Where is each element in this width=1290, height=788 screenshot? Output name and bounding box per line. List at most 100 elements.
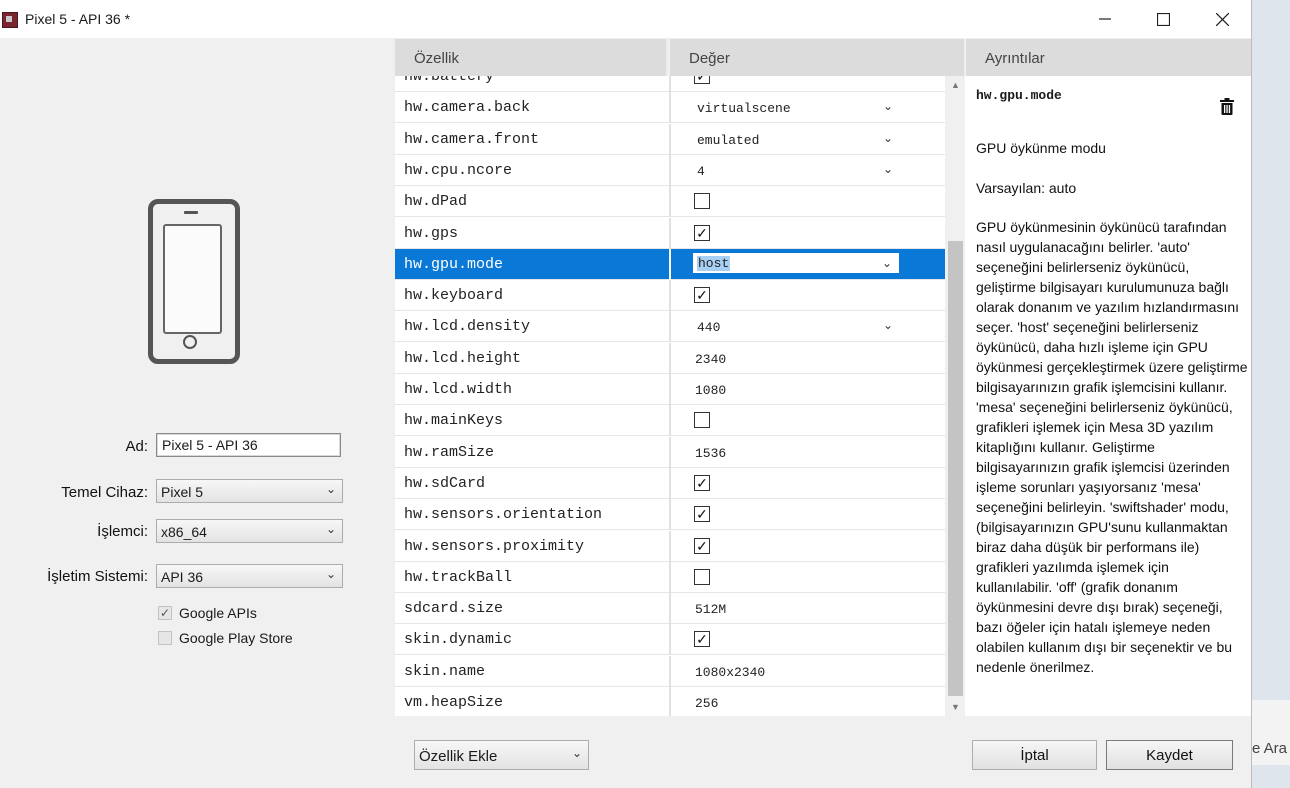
minimize-button[interactable]: [1075, 0, 1135, 38]
checkbox-checked-icon[interactable]: ✓: [694, 506, 710, 523]
property-row[interactable]: skin.dynamic ✓: [395, 624, 945, 656]
property-row[interactable]: hw.dPad: [395, 186, 945, 218]
property-name: sdcard.size: [404, 600, 504, 618]
property-value[interactable]: 2340: [695, 352, 726, 367]
checkbox-unchecked-icon[interactable]: [694, 412, 710, 429]
checkbox-checked-icon[interactable]: ✓: [694, 631, 710, 648]
add-property-select[interactable]: Özellik Ekle ⌄: [414, 740, 589, 770]
os-select[interactable]: API 36 ⌄: [156, 564, 343, 588]
property-value[interactable]: 4: [697, 164, 705, 179]
close-button[interactable]: [1192, 0, 1252, 38]
checkbox-checked-icon[interactable]: ✓: [694, 224, 710, 241]
chevron-down-icon: ⌄: [325, 482, 336, 496]
chevron-down-icon: ⌄: [325, 567, 336, 581]
property-value[interactable]: 256: [695, 696, 718, 711]
column-divider: [669, 311, 671, 343]
property-row[interactable]: hw.lcd.density 440 ⌄: [395, 311, 945, 343]
column-header-value[interactable]: Değer: [670, 39, 964, 76]
property-row[interactable]: hw.sensors.proximity ✓: [395, 530, 945, 562]
property-row[interactable]: hw.cpu.ncore 4 ⌄: [395, 154, 945, 186]
property-name: hw.lcd.height: [404, 349, 522, 367]
column-header-property[interactable]: Özellik: [395, 39, 668, 76]
os-value: API 36: [161, 569, 204, 585]
detail-title: hw.gpu.mode: [976, 88, 1062, 103]
maximize-icon: [1156, 12, 1170, 26]
checkbox-unchecked-icon: [158, 631, 172, 645]
property-row[interactable]: hw.camera.front emulated ⌄: [395, 123, 945, 155]
save-button[interactable]: Kaydet: [1106, 740, 1233, 770]
chevron-down-icon: ⌄: [571, 746, 582, 760]
property-row[interactable]: hw.sensors.orientation ✓: [395, 499, 945, 531]
trash-icon[interactable]: [1220, 98, 1234, 115]
property-row[interactable]: hw.keyboard ✓: [395, 280, 945, 312]
property-name: hw.mainKeys: [404, 412, 504, 430]
property-value[interactable]: 1080x2340: [695, 665, 765, 680]
column-divider: [669, 436, 671, 468]
checkbox-unchecked-icon[interactable]: [694, 568, 710, 585]
checkbox-unchecked-icon[interactable]: [694, 193, 710, 210]
chevron-down-icon[interactable]: ⌄: [882, 256, 892, 270]
google-play-store-checkbox[interactable]: Google Play Store: [158, 630, 293, 646]
property-value[interactable]: 440: [697, 320, 720, 335]
checkbox-checked-icon[interactable]: ✓: [694, 537, 710, 554]
property-row[interactable]: hw.sdCard ✓: [395, 467, 945, 499]
property-name: hw.lcd.width: [404, 381, 513, 398]
detail-description: GPU öykünmesinin öykünücü tarafından nas…: [976, 219, 1248, 675]
property-name: hw.trackBall: [404, 568, 513, 586]
app-icon: [2, 12, 18, 28]
os-label: İşletim Sistemi:: [47, 568, 148, 585]
property-row[interactable]: hw.trackBall: [395, 561, 945, 593]
title-bar[interactable]: Pixel 5 - API 36 *: [0, 0, 1251, 38]
property-row[interactable]: hw.mainKeys: [395, 405, 945, 437]
processor-label: İşlemci:: [97, 523, 148, 540]
property-name: skin.name: [404, 662, 486, 680]
gpu-mode-select[interactable]: host ⌄: [692, 251, 900, 274]
property-row[interactable]: hw.lcd.width 1080: [395, 374, 945, 405]
google-apis-label: Google APIs: [179, 605, 257, 621]
property-row[interactable]: hw.gps ✓: [395, 217, 945, 249]
property-value[interactable]: virtualscene: [697, 101, 791, 116]
property-row[interactable]: skin.name 1080x2340: [395, 655, 945, 687]
column-divider: [669, 92, 671, 124]
property-row[interactable]: hw.battery ✓: [395, 76, 945, 92]
scroll-down-icon[interactable]: ▼: [951, 702, 960, 712]
chevron-down-icon[interactable]: ⌄: [883, 99, 893, 113]
checkbox-checked-icon[interactable]: ✓: [694, 474, 710, 491]
property-value[interactable]: emulated: [697, 133, 759, 148]
cancel-button[interactable]: İptal: [972, 740, 1097, 770]
column-divider: [669, 186, 671, 218]
base-device-select[interactable]: Pixel 5 ⌄: [156, 479, 343, 503]
column-divider: [669, 530, 671, 562]
property-row[interactable]: vm.heapSize 256: [395, 687, 945, 716]
google-apis-checkbox[interactable]: ✓ Google APIs: [158, 605, 257, 621]
google-play-store-label: Google Play Store: [179, 630, 293, 646]
column-divider: [669, 687, 671, 716]
chevron-down-icon[interactable]: ⌄: [883, 162, 893, 176]
property-row[interactable]: hw.camera.back virtualscene ⌄: [395, 92, 945, 124]
checkbox-checked-icon[interactable]: ✓: [694, 76, 710, 84]
property-row[interactable]: sdcard.size 512M: [395, 593, 945, 625]
processor-select[interactable]: x86_64 ⌄: [156, 519, 343, 543]
add-property-label: Özellik Ekle: [419, 748, 498, 765]
checkbox-checked-icon[interactable]: ✓: [694, 287, 710, 304]
processor-value: x86_64: [161, 524, 207, 540]
property-row[interactable]: hw.lcd.height 2340: [395, 342, 945, 374]
property-value[interactable]: 1536: [695, 446, 726, 461]
column-divider: [669, 76, 671, 92]
name-input[interactable]: Pixel 5 - API 36: [156, 433, 341, 457]
scroll-up-icon[interactable]: ▲: [951, 80, 960, 90]
property-row[interactable]: hw.ramSize 1536: [395, 436, 945, 468]
details-panel: hw.gpu.mode GPU öykünme modu Varsayılan:…: [965, 76, 1251, 716]
property-value[interactable]: 512M: [695, 602, 726, 617]
grid-scrollbar[interactable]: ▲ ▼: [946, 76, 965, 716]
property-name: hw.ramSize: [404, 443, 495, 461]
column-divider: [669, 280, 671, 312]
property-name: hw.cpu.ncore: [404, 161, 513, 179]
chevron-down-icon[interactable]: ⌄: [883, 131, 893, 145]
property-value[interactable]: 1080: [695, 383, 726, 398]
property-row[interactable]: hw.gpu.mode host ⌄: [395, 248, 945, 280]
scrollbar-thumb[interactable]: [948, 241, 963, 696]
property-name: hw.camera.front: [404, 130, 540, 148]
maximize-button[interactable]: [1133, 0, 1193, 38]
chevron-down-icon[interactable]: ⌄: [883, 318, 893, 332]
